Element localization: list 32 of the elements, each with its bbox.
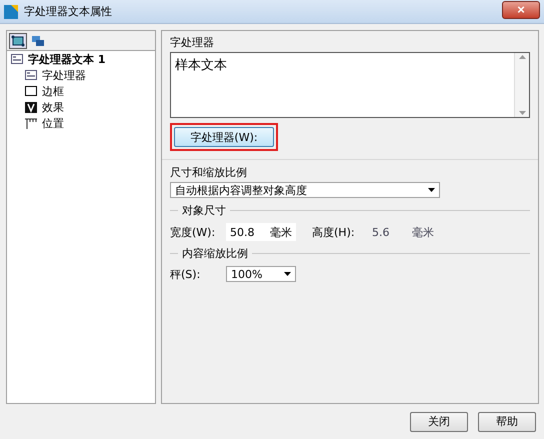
field-label: 高度(H): — [312, 224, 356, 240]
word-processor-button[interactable]: 字处理器(W): — [174, 127, 274, 147]
field-label: 宽度(W): — [170, 224, 216, 240]
object-view-button[interactable] — [9, 33, 27, 49]
number-field[interactable]: 50.8 毫米 — [226, 223, 296, 241]
dialog-button[interactable]: 关闭 — [410, 412, 468, 432]
field-label: 秤(S): — [170, 266, 202, 282]
square-icon — [25, 86, 37, 96]
ruler-icon — [25, 118, 37, 128]
tree-item[interactable]: 位置 — [42, 116, 64, 130]
scroll-down-icon[interactable] — [518, 111, 526, 115]
window-title: 字处理器文本属性 — [24, 4, 113, 19]
tree-item[interactable]: 边框 — [42, 84, 64, 98]
layers-button[interactable] — [29, 33, 47, 49]
mode-dropdown[interactable]: 自动根据内容调整对象高度 — [170, 182, 440, 198]
subgroup-title: 内容缩放比例 — [182, 246, 248, 261]
scroll-up-icon[interactable] — [518, 55, 526, 59]
group-title: 字处理器 — [170, 35, 215, 50]
app-icon — [4, 4, 18, 18]
scale-dropdown[interactable]: 100% — [226, 266, 296, 282]
tree-item[interactable]: 字处理器 — [42, 68, 86, 82]
text-frame-icon — [11, 54, 23, 64]
tree-item[interactable]: 效果 — [42, 100, 64, 114]
text-area[interactable]: 样本文本 — [170, 52, 530, 118]
text-frame-icon — [25, 70, 37, 80]
group-title: 尺寸和缩放比例 — [170, 165, 248, 180]
subgroup-title: 对象尺寸 — [182, 203, 226, 218]
dialog-button[interactable]: 帮助 — [478, 412, 536, 432]
tree-item[interactable]: 字处理器文本 1 — [28, 52, 106, 66]
effect-icon — [25, 102, 37, 112]
dropdown-arrow-icon — [428, 188, 435, 192]
dropdown-arrow-icon — [284, 272, 291, 276]
